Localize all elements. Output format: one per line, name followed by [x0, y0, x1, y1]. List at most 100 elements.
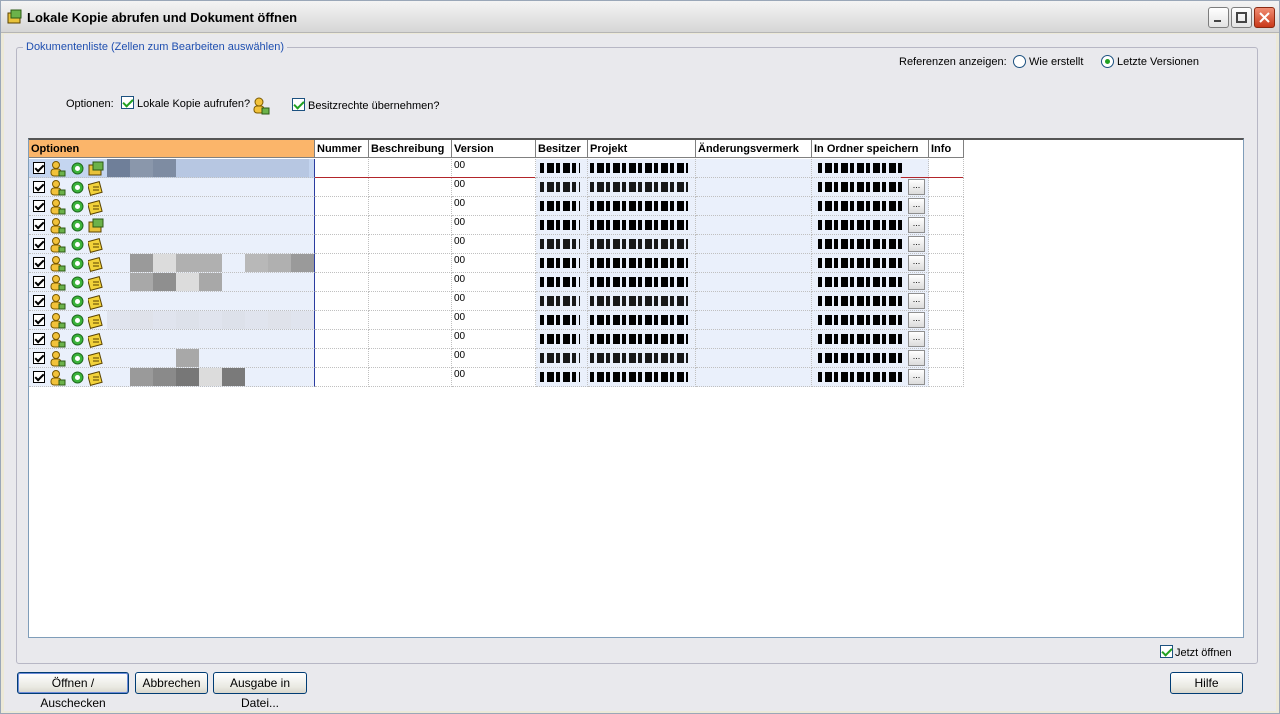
row-checkbox[interactable] [33, 371, 45, 383]
cell-info[interactable] [929, 273, 964, 292]
row-checkbox[interactable] [33, 200, 45, 212]
close-button[interactable] [1254, 7, 1275, 28]
cell-version[interactable]: 00 [452, 159, 536, 178]
document-icon[interactable] [88, 351, 105, 367]
cell-owner[interactable] [536, 368, 588, 387]
cell-info[interactable] [929, 292, 964, 311]
document-icon[interactable] [88, 256, 105, 272]
row-checkbox[interactable] [33, 257, 45, 269]
ownership-checkbox[interactable] [292, 98, 305, 111]
cell-options[interactable] [29, 273, 315, 292]
cell-description[interactable] [369, 178, 452, 197]
package-icon[interactable] [88, 218, 105, 234]
cell-owner[interactable] [536, 254, 588, 273]
row-checkbox[interactable] [33, 276, 45, 288]
row-checkbox[interactable] [33, 181, 45, 193]
cell-project[interactable] [588, 349, 696, 368]
open-now-label[interactable]: Jetzt öffnen [1175, 647, 1232, 659]
cell-version[interactable]: 00 [452, 330, 536, 349]
cell-version[interactable]: 00 [452, 197, 536, 216]
cell-project[interactable] [588, 216, 696, 235]
document-icon[interactable] [88, 237, 105, 253]
help-button[interactable]: Hilfe [1170, 672, 1243, 694]
cell-owner[interactable] [536, 216, 588, 235]
cell-change-note[interactable] [696, 159, 812, 178]
refresh-icon[interactable] [71, 257, 84, 270]
maximize-button[interactable] [1231, 7, 1252, 28]
row-checkbox[interactable] [33, 295, 45, 307]
cell-description[interactable] [369, 216, 452, 235]
user-icon[interactable] [49, 180, 67, 196]
refresh-icon[interactable] [71, 352, 84, 365]
refresh-icon[interactable] [71, 181, 84, 194]
cell-project[interactable] [588, 159, 696, 178]
cell-change-note[interactable] [696, 178, 812, 197]
user-icon[interactable] [49, 370, 67, 386]
refresh-icon[interactable] [71, 200, 84, 213]
header-options[interactable]: Optionen [29, 140, 315, 158]
cell-project[interactable] [588, 197, 696, 216]
cell-change-note[interactable] [696, 292, 812, 311]
ownership-label[interactable]: Besitzrechte übernehmen? [308, 100, 439, 112]
cell-version[interactable]: 00 [452, 368, 536, 387]
cell-info[interactable] [929, 254, 964, 273]
cell-project[interactable] [588, 368, 696, 387]
cell-save-folder[interactable]: ... [812, 330, 929, 349]
user-icon[interactable] [49, 218, 67, 234]
local-copy-label[interactable]: Lokale Kopie aufrufen? [137, 98, 250, 110]
cell-version[interactable]: 00 [452, 178, 536, 197]
cell-change-note[interactable] [696, 273, 812, 292]
row-checkbox[interactable] [33, 219, 45, 231]
cell-project[interactable] [588, 311, 696, 330]
cell-save-folder[interactable]: ... [812, 311, 929, 330]
user-icon[interactable] [49, 161, 67, 177]
cell-description[interactable] [369, 368, 452, 387]
cell-number[interactable] [315, 254, 369, 273]
cell-change-note[interactable] [696, 235, 812, 254]
package-icon[interactable] [88, 161, 105, 177]
cell-description[interactable] [369, 273, 452, 292]
cell-number[interactable] [315, 235, 369, 254]
refresh-icon[interactable] [71, 238, 84, 251]
cell-description[interactable] [369, 330, 452, 349]
refresh-icon[interactable] [71, 314, 84, 327]
cell-options[interactable] [29, 311, 315, 330]
open-now-checkbox[interactable] [1160, 645, 1173, 658]
cell-owner[interactable] [536, 349, 588, 368]
cell-info[interactable] [929, 178, 964, 197]
browse-folder-button[interactable]: ... [908, 236, 925, 252]
header-description[interactable]: Beschreibung [369, 140, 452, 158]
user-icon[interactable] [49, 237, 67, 253]
cell-info[interactable] [929, 349, 964, 368]
refresh-icon[interactable] [71, 371, 84, 384]
cell-owner[interactable] [536, 235, 588, 254]
refresh-icon[interactable] [71, 219, 84, 232]
radio-latest-versions[interactable] [1101, 55, 1114, 68]
cell-save-folder[interactable]: ... [812, 368, 929, 387]
cell-info[interactable] [929, 197, 964, 216]
header-number[interactable]: Nummer [315, 140, 369, 158]
cell-project[interactable] [588, 292, 696, 311]
cell-version[interactable]: 00 [452, 254, 536, 273]
cell-description[interactable] [369, 292, 452, 311]
cell-version[interactable]: 00 [452, 311, 536, 330]
refresh-icon[interactable] [71, 162, 84, 175]
browse-folder-button[interactable]: ... [908, 293, 925, 309]
browse-folder-button[interactable]: ... [908, 217, 925, 233]
cell-save-folder[interactable]: ... [812, 235, 929, 254]
cell-change-note[interactable] [696, 197, 812, 216]
cell-save-folder[interactable]: ... [812, 292, 929, 311]
cell-description[interactable] [369, 254, 452, 273]
cell-save-folder[interactable]: ... [812, 349, 929, 368]
cell-number[interactable] [315, 349, 369, 368]
cell-project[interactable] [588, 273, 696, 292]
document-icon[interactable] [88, 370, 105, 386]
row-checkbox[interactable] [33, 238, 45, 250]
cell-project[interactable] [588, 178, 696, 197]
cell-options[interactable] [29, 197, 315, 216]
user-icon[interactable] [49, 351, 67, 367]
document-icon[interactable] [88, 332, 105, 348]
cell-owner[interactable] [536, 197, 588, 216]
cell-change-note[interactable] [696, 311, 812, 330]
minimize-button[interactable] [1208, 7, 1229, 28]
